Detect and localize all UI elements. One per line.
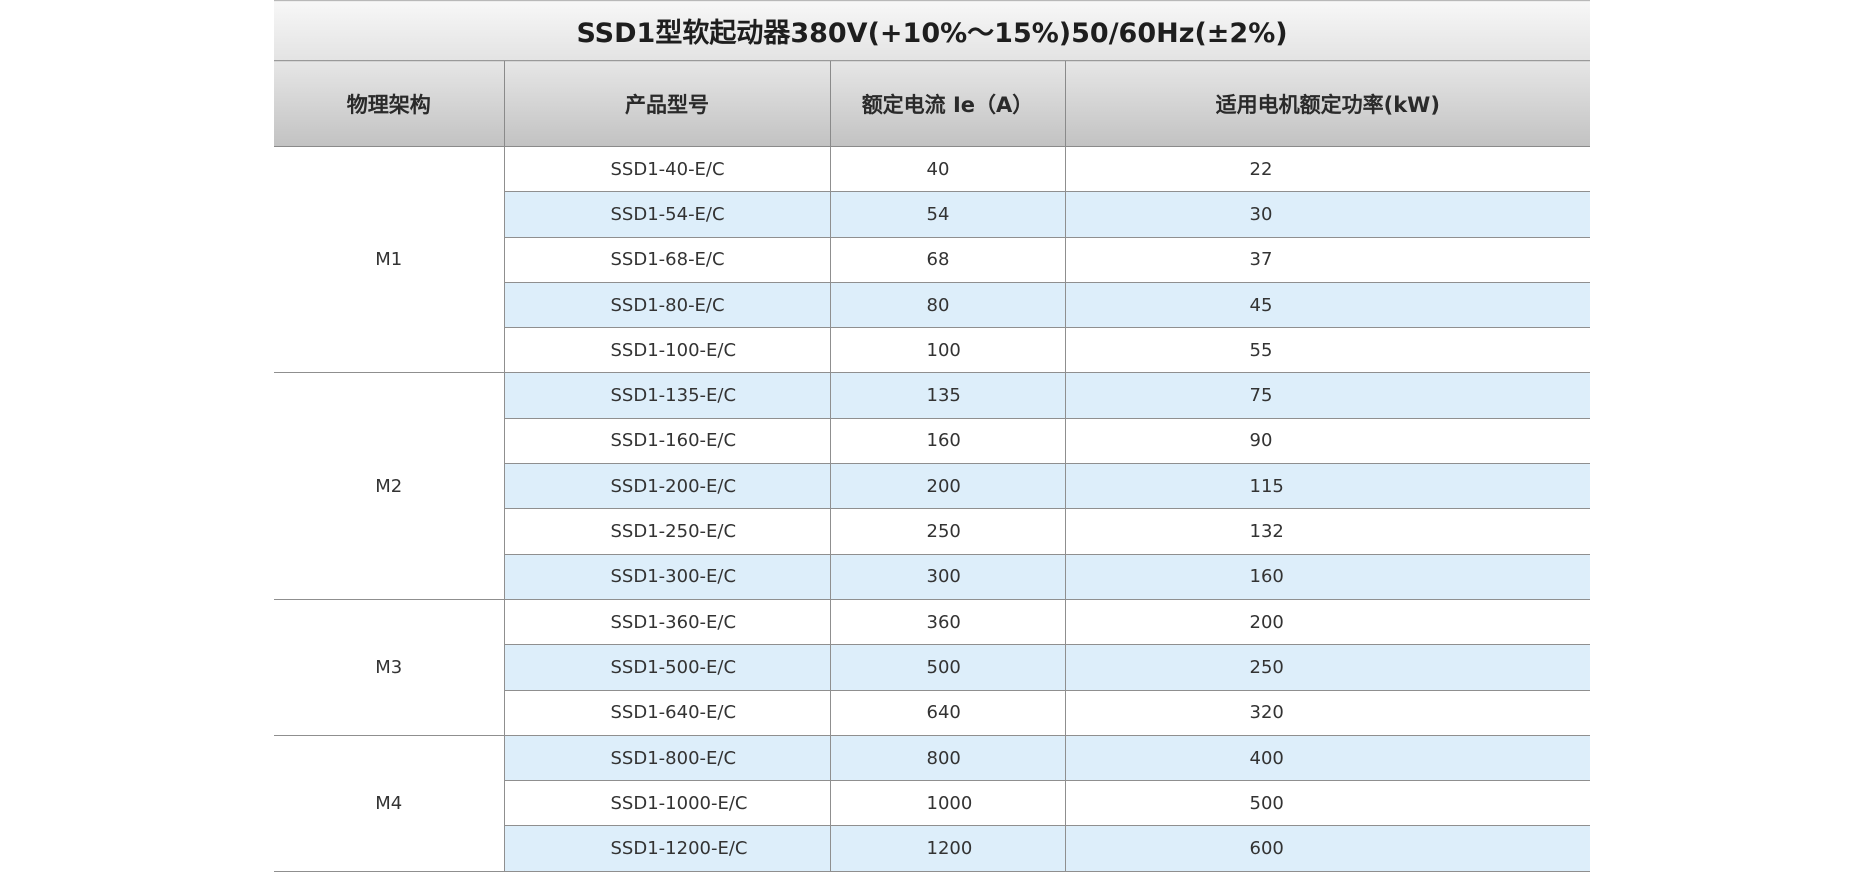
power-cell: 250 bbox=[1065, 644, 1591, 691]
table-row: M2 SSD1-135-E/C 135 75 bbox=[274, 372, 1591, 600]
header-power: 适用电机额定功率(kW) bbox=[1065, 60, 1591, 147]
power-cell: 55 bbox=[1065, 327, 1591, 374]
model-cell: SSD1-160-E/C bbox=[504, 418, 831, 465]
current-cell: 100 bbox=[830, 327, 1066, 374]
model-cell: SSD1-800-E/C bbox=[504, 735, 831, 782]
model-cell: SSD1-40-E/C bbox=[504, 146, 831, 193]
current-cell: 40 bbox=[830, 146, 1066, 193]
model-cell: SSD1-100-E/C bbox=[504, 327, 831, 374]
model-cell: SSD1-1200-E/C bbox=[504, 825, 831, 872]
model-cell: SSD1-54-E/C bbox=[504, 191, 831, 238]
current-cell: 250 bbox=[830, 508, 1066, 555]
model-cell: SSD1-68-E/C bbox=[504, 237, 831, 283]
power-cell: 500 bbox=[1065, 780, 1591, 827]
current-cell: 54 bbox=[830, 191, 1066, 238]
header-row: 物理架构 产品型号 额定电流 Ie（A） 适用电机额定功率(kW) bbox=[274, 60, 1591, 147]
power-cell: 90 bbox=[1065, 418, 1591, 465]
power-cell: 22 bbox=[1065, 146, 1591, 193]
table-row: M4 SSD1-800-E/C 800 400 bbox=[274, 735, 1591, 872]
power-cell: 160 bbox=[1065, 554, 1591, 600]
model-cell: SSD1-500-E/C bbox=[504, 644, 831, 691]
table-title: SSD1型软起动器380V(+10%～15%)50/60Hz(±2%) bbox=[274, 0, 1591, 61]
table-body: M1 SSD1-40-E/C 40 22 SSD1-54-E/C 54 30 SSD1-68-… bbox=[274, 146, 1591, 872]
power-cell: 320 bbox=[1065, 690, 1591, 736]
frame-cell: M3 bbox=[274, 599, 505, 736]
current-cell: 1200 bbox=[830, 825, 1066, 872]
power-cell: 75 bbox=[1065, 372, 1591, 419]
model-cell: SSD1-135-E/C bbox=[504, 372, 831, 419]
power-cell: 132 bbox=[1065, 508, 1591, 555]
model-cell: SSD1-250-E/C bbox=[504, 508, 831, 555]
model-cell: SSD1-640-E/C bbox=[504, 690, 831, 736]
power-cell: 400 bbox=[1065, 735, 1591, 782]
current-cell: 800 bbox=[830, 735, 1066, 782]
current-cell: 200 bbox=[830, 463, 1066, 510]
power-cell: 600 bbox=[1065, 825, 1591, 872]
current-cell: 68 bbox=[830, 237, 1066, 283]
power-cell: 30 bbox=[1065, 191, 1591, 238]
current-cell: 360 bbox=[830, 599, 1066, 646]
current-cell: 135 bbox=[830, 372, 1066, 419]
spec-table: SSD1型软起动器380V(+10%～15%)50/60Hz(±2%) 物理架构… bbox=[274, 0, 1591, 872]
current-cell: 1000 bbox=[830, 780, 1066, 827]
model-cell: SSD1-200-E/C bbox=[504, 463, 831, 510]
current-cell: 80 bbox=[830, 282, 1066, 329]
model-cell: SSD1-1000-E/C bbox=[504, 780, 831, 827]
model-cell: SSD1-80-E/C bbox=[504, 282, 831, 329]
current-cell: 160 bbox=[830, 418, 1066, 465]
current-cell: 640 bbox=[830, 690, 1066, 736]
current-cell: 300 bbox=[830, 554, 1066, 600]
model-cell: SSD1-360-E/C bbox=[504, 599, 831, 646]
header-current: 额定电流 Ie（A） bbox=[830, 60, 1066, 147]
frame-cell: M2 bbox=[274, 372, 505, 600]
power-cell: 37 bbox=[1065, 237, 1591, 283]
table-row: M1 SSD1-40-E/C 40 22 bbox=[274, 146, 1591, 374]
power-cell: 115 bbox=[1065, 463, 1591, 510]
model-cell: SSD1-300-E/C bbox=[504, 554, 831, 600]
header-frame: 物理架构 bbox=[274, 60, 505, 147]
header-model: 产品型号 bbox=[504, 60, 831, 147]
power-cell: 45 bbox=[1065, 282, 1591, 329]
frame-cell: M1 bbox=[274, 146, 505, 374]
table-row: M3 SSD1-360-E/C 360 200 bbox=[274, 599, 1591, 736]
title-row: SSD1型软起动器380V(+10%～15%)50/60Hz(±2%) bbox=[274, 0, 1591, 61]
current-cell: 500 bbox=[830, 644, 1066, 691]
frame-cell: M4 bbox=[274, 735, 505, 872]
power-cell: 200 bbox=[1065, 599, 1591, 646]
